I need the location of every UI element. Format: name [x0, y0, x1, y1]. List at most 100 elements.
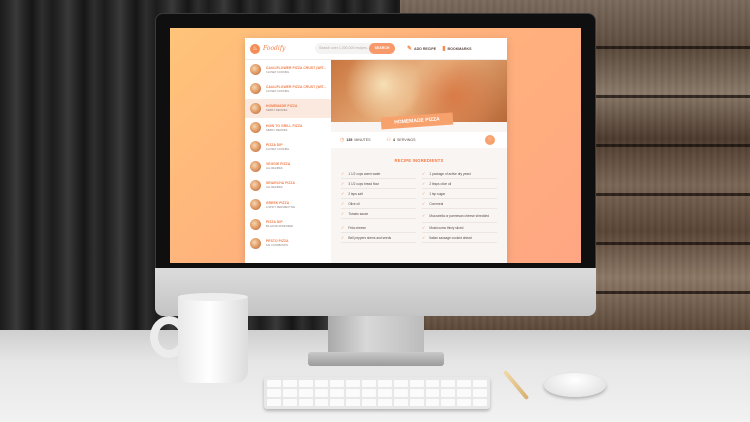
ingredient-item: ✓ 1 package of active dry yeast	[422, 169, 497, 179]
ingredient-text: 2 tbsps olive oil	[429, 181, 452, 186]
search-button[interactable]: SEARCH	[369, 43, 395, 54]
coffee-mug	[178, 295, 248, 383]
recipe-thumbnail	[250, 102, 261, 114]
ingredient-text: Italian sausage cooked ahead	[429, 235, 472, 240]
servings-value: 4	[393, 138, 396, 142]
ingredient-item: ✓ Feta cheese	[341, 223, 416, 233]
ingredient-text: Cornmeal	[429, 201, 444, 206]
recipe-list-author: SIMPLY RECIPES	[266, 128, 288, 132]
recipe-thumbnail	[250, 237, 261, 249]
servings-unit: SERVINGS	[397, 138, 416, 142]
recipe-list-author: SIMPLY RECIPES	[266, 109, 288, 113]
recipe-list-title: VEGGIE PIZZA	[266, 162, 291, 167]
top-bar: ♨ Foodify Search over 1,000,000 recipes.…	[245, 38, 507, 60]
check-icon: ✓	[422, 235, 426, 240]
ingredients-list: ✓ 1 1/2 cups warm water ✓ 1 package of act…	[331, 163, 507, 243]
recipe-list-author: 101 COOKBOOKS	[266, 244, 288, 248]
ingredient-text: Bell peppers stems and seeds	[348, 235, 392, 240]
recipe-thumbnail	[250, 179, 261, 191]
ingredient-text: Mushrooms thinly sliced	[429, 225, 464, 230]
recipe-thumbnail	[250, 199, 261, 211]
ingredient-item: ✓ 2 tbsps olive oil	[422, 179, 497, 189]
recipe-list-title: HOMEMADE PIZZA	[266, 104, 298, 109]
recipe-hero-image	[331, 60, 507, 122]
heart-icon[interactable]: ♡	[485, 135, 495, 145]
ingredient-item: ✓ Bell peppers stems and seeds	[341, 233, 416, 243]
recipe-list-item[interactable]: CAULIFLOWER PIZZA CRUST (WIT... CLOSET CO…	[245, 60, 331, 79]
recipe-list-title: PIZZA DIP	[266, 142, 283, 147]
bookmarks-link[interactable]: ▮ BOOKMARKS	[442, 45, 471, 52]
check-icon: ✓	[341, 201, 345, 206]
people-icon: ⚇	[386, 137, 392, 143]
recipe-list-author: BA GOOD APPETIZER	[266, 225, 293, 229]
recipe-list-item[interactable]: GREEK PIZZA A SPICY PERSPECTIVE	[245, 195, 331, 214]
recipe-list-author: ALL RECIPES	[266, 167, 283, 171]
photo-scene: ♨ Foodify Search over 1,000,000 recipes.…	[0, 0, 750, 422]
add-recipe-label: ADD RECIPE	[414, 46, 437, 51]
recipe-thumbnail	[250, 122, 261, 134]
recipe-list-item[interactable]: PESTO PIZZA 101 COOKBOOKS	[245, 234, 331, 253]
ingredient-text: 1 1/2 cups warm water	[348, 171, 381, 176]
check-icon: ✓	[341, 235, 345, 240]
check-icon: ✓	[341, 171, 345, 176]
recipe-list-item[interactable]: VEGGIE PIZZA ALL RECIPES	[245, 156, 331, 175]
check-icon: ✓	[422, 201, 426, 206]
mouse	[544, 373, 606, 397]
clock-icon: ◷	[340, 137, 345, 143]
recipe-list-item[interactable]: SRIARCHA PIZZA ALL RECIPES	[245, 176, 331, 195]
recipe-list-author: A SPICY PERSPECTIVE	[266, 205, 295, 209]
recipe-list-item[interactable]: PIZZA DIP CLOSET COOKING	[245, 137, 331, 156]
ingredient-text: Feta cheese	[348, 225, 366, 230]
check-icon: ✓	[422, 225, 426, 230]
recipe-thumbnail	[250, 160, 261, 172]
bookmarks-label: BOOKMARKS	[447, 46, 472, 51]
ingredient-item: ✓ Tomato sauce	[341, 209, 416, 219]
ingredient-item: ✓ 3 1/2 cups bread flour	[341, 179, 416, 189]
logo[interactable]: Foodify	[263, 45, 303, 52]
recipe-list-title: CAULIFLOWER PIZZA CRUST (WIT...	[266, 65, 327, 70]
recipe-list-title: PESTO PIZZA	[266, 239, 289, 244]
add-recipe-link[interactable]: ✎ ADD RECIPE	[407, 45, 436, 52]
ingredients-section: RECIPE INGREDIENTS ✓ 1 1/2 cups warm wate…	[331, 152, 507, 243]
recipe-thumbnail	[250, 83, 261, 95]
keyboard	[264, 377, 490, 409]
check-icon: ✓	[422, 181, 426, 186]
recipe-thumbnail	[250, 64, 261, 76]
mug-rim	[178, 293, 248, 301]
ingredient-item: ✓ Italian sausage cooked ahead	[422, 233, 497, 243]
ingredient-text: 1 tsp sugar	[429, 191, 446, 196]
recipe-list-sidebar: CAULIFLOWER PIZZA CRUST (WIT... CLOSET CO…	[245, 60, 331, 263]
ingredient-item: ✓ 1 1/2 cups warm water	[341, 169, 416, 179]
monitor-stand-base	[308, 352, 444, 366]
recipe-list-item[interactable]: HOW TO GRILL PIZZA SIMPLY RECIPES	[245, 118, 331, 137]
recipe-list-title: PIZZA DIP	[266, 220, 283, 225]
recipe-list-item[interactable]: CAULIFLOWER PIZZA CRUST (WIT... CLOSET CO…	[245, 79, 331, 98]
recipe-stats-bar: ◷ 135 MINUTES ⚇ 4 SERVINGS ♡	[331, 132, 507, 148]
ingredient-item: ✓ Mushrooms thinly sliced	[422, 223, 497, 233]
bookmark-icon: ▮	[442, 46, 446, 52]
check-icon: ✓	[341, 191, 345, 196]
ingredient-text: Olive oil	[348, 201, 360, 206]
ingredient-text: Mozzarella or parmesan cheese shredded	[429, 213, 489, 218]
recipe-list-item-active[interactable]: HOMEMADE PIZZA SIMPLY RECIPES	[245, 98, 331, 118]
ingredient-text: 3 1/2 cups bread flour	[348, 181, 380, 186]
recipe-detail: HOMEMADE PIZZA ◷ 135 MINUTES ⚇ 4 SERVING…	[331, 60, 507, 263]
recipe-list-title: GREEK PIZZA	[266, 200, 290, 205]
check-icon: ✓	[341, 225, 345, 230]
servings: ⚇ 4 SERVINGS	[387, 137, 416, 143]
cooking-time-unit: MINUTES	[354, 138, 371, 142]
search-input[interactable]: Search over 1,000,000 recipes...	[315, 43, 373, 54]
chef-hat-icon[interactable]: ♨	[250, 43, 260, 54]
ingredient-item: ✓ 1 tsp sugar	[422, 189, 497, 199]
recipe-list-item[interactable]: PIZZA DIP BA GOOD APPETIZER	[245, 214, 331, 233]
cooking-time: ◷ 135 MINUTES	[340, 137, 371, 143]
ingredient-item: ✓ Olive oil	[341, 199, 416, 209]
check-icon: ✓	[341, 181, 345, 186]
recipe-app-window: ♨ Foodify Search over 1,000,000 recipes.…	[245, 38, 507, 263]
ingredient-item: ✓ Mozzarella or parmesan cheese shredded	[422, 209, 497, 223]
check-icon: ✓	[341, 211, 345, 216]
monitor-screen: ♨ Foodify Search over 1,000,000 recipes.…	[170, 28, 581, 263]
ingredient-item: ✓ Cornmeal	[422, 199, 497, 209]
check-icon: ✓	[422, 171, 426, 176]
monitor-stand	[328, 316, 424, 356]
